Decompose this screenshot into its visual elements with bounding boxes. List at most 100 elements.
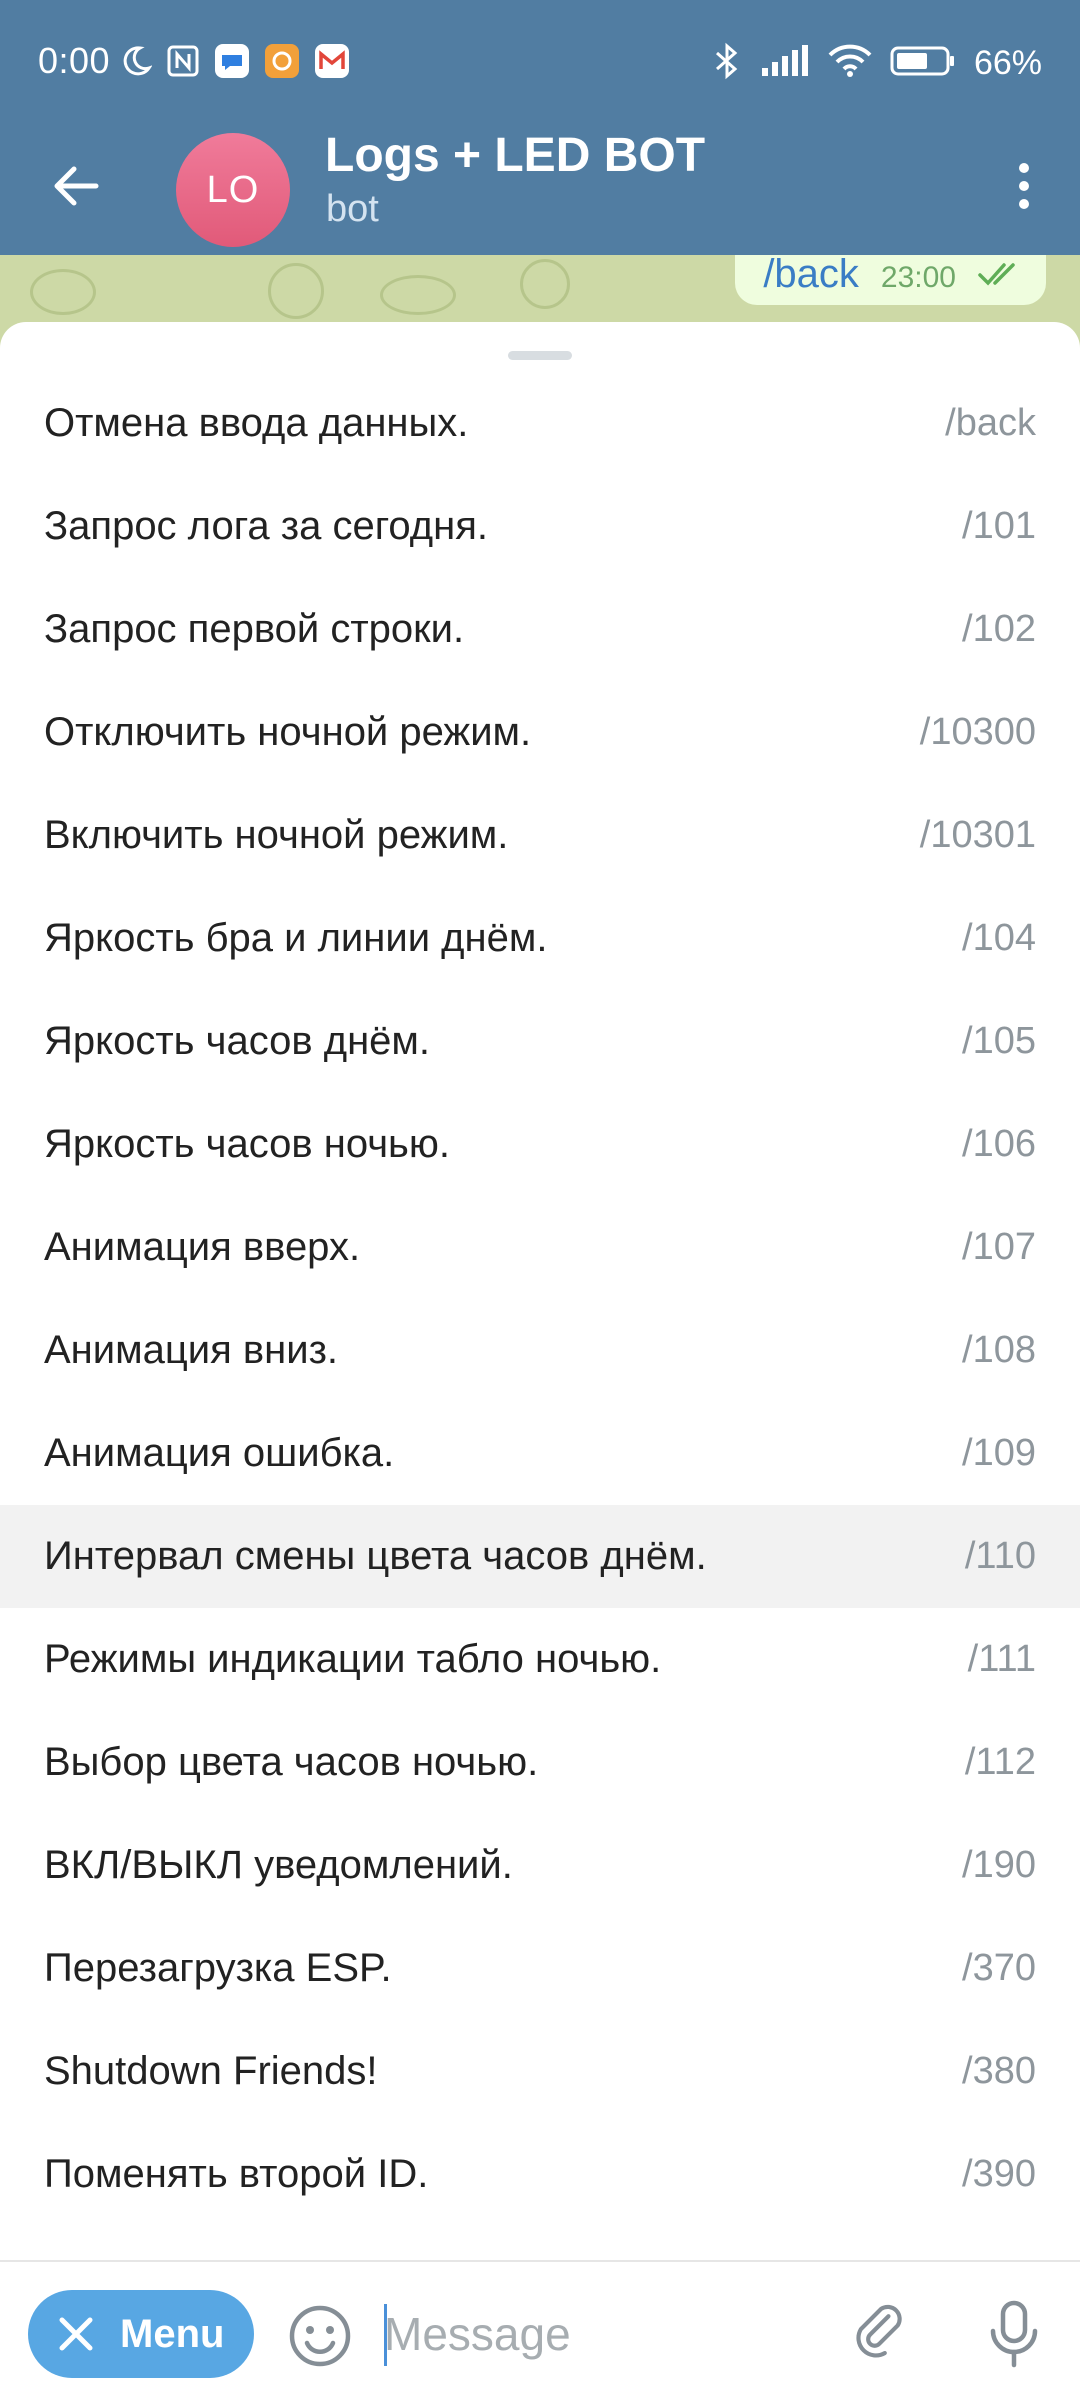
command-item[interactable]: Выбор цвета часов ночью. /112 (0, 1711, 1080, 1814)
emoji-icon (289, 2305, 351, 2367)
wifi-icon (828, 44, 872, 83)
moon-icon (118, 44, 153, 83)
command-item[interactable]: Яркость часов ночью. /106 (0, 1093, 1080, 1196)
app-notification-icon (264, 43, 300, 84)
command-item[interactable]: Поменять второй ID. /390 (0, 2123, 1080, 2226)
command-name: /105 (962, 1020, 1036, 1062)
command-description: Интервал смены цвета часов днём. (44, 1534, 707, 1578)
avatar[interactable]: LO (176, 133, 290, 247)
arrow-left-icon (54, 166, 99, 206)
message-time: 23:00 (880, 261, 956, 294)
message-bubble[interactable]: /back 23:00 (735, 255, 1046, 305)
more-vertical-icon (1019, 163, 1029, 209)
command-description: Shutdown Friends! (44, 2049, 378, 2093)
avatar-initials: LO (206, 168, 260, 211)
command-description: Отключить ночной режим. (44, 710, 532, 754)
wallpaper-doodle (380, 275, 456, 315)
gmail-icon (314, 43, 350, 84)
bluetooth-icon (712, 42, 742, 85)
voice-record-button[interactable] (978, 2294, 1050, 2374)
command-name: /370 (962, 1947, 1036, 1989)
command-item[interactable]: Отключить ночной режим. /10300 (0, 681, 1080, 784)
double-check-icon (978, 263, 1015, 286)
command-description: Запрос лога за сегодня. (44, 504, 489, 548)
command-name: /10300 (919, 711, 1036, 753)
command-name: /109 (962, 1432, 1036, 1474)
message-text: /back (763, 255, 859, 296)
command-description: Анимация вверх. (44, 1225, 361, 1269)
nfc-icon (166, 44, 200, 83)
command-name: /190 (962, 1844, 1036, 1886)
command-description: ВКЛ/ВЫКЛ уведомлений. (44, 1843, 513, 1887)
command-item[interactable]: Анимация ошибка. /109 (0, 1402, 1080, 1505)
command-description: Выбор цвета часов ночью. (44, 1740, 539, 1784)
command-name: /104 (962, 917, 1036, 959)
wallpaper-doodle (520, 259, 570, 309)
command-item[interactable]: Интервал смены цвета часов днём. /110 (0, 1505, 1080, 1608)
command-item[interactable]: Запрос лога за сегодня. /101 (0, 475, 1080, 578)
command-item[interactable]: Яркость бра и линии днём. /104 (0, 887, 1080, 990)
command-item[interactable]: Анимация вниз. /108 (0, 1299, 1080, 1402)
command-name: /106 (962, 1123, 1036, 1165)
command-item[interactable]: ВКЛ/ВЫКЛ уведомлений. /190 (0, 1814, 1080, 1917)
signal-icon (760, 44, 810, 83)
menu-button-label: Menu (120, 2311, 225, 2356)
more-options-button[interactable] (988, 150, 1060, 222)
wallpaper-doodle (30, 269, 96, 315)
command-item[interactable]: Яркость часов днём. /105 (0, 990, 1080, 1093)
sheet-drag-handle[interactable] (508, 351, 572, 360)
app-bar: 0:00 66% LO Logs + LED BOT bot (0, 0, 1080, 255)
close-icon (59, 2317, 93, 2351)
command-description: Анимация вниз. (44, 1328, 339, 1372)
command-name: /108 (962, 1329, 1036, 1371)
command-description: Анимация ошибка. (44, 1431, 395, 1475)
chat-subtitle: bot (326, 188, 379, 230)
text-caret (384, 2304, 387, 2366)
command-description: Режимы индикации табло ночью. (44, 1637, 662, 1681)
menu-button[interactable]: Menu (28, 2290, 254, 2378)
command-name: /107 (962, 1226, 1036, 1268)
command-description: Запрос первой строки. (44, 607, 465, 651)
chat-title[interactable]: Logs + LED BOT (325, 128, 705, 183)
command-description: Яркость часов ночью. (44, 1122, 450, 1166)
command-item[interactable]: Включить ночной режим. /10301 (0, 784, 1080, 887)
attach-button[interactable] (846, 2298, 918, 2370)
system-status: 66% (712, 42, 1042, 85)
emoji-button[interactable] (286, 2302, 354, 2370)
command-name: /back (945, 402, 1036, 444)
status-time: 0:00 (38, 40, 111, 81)
bot-commands-sheet: Отмена ввода данных. /back Запрос лога за … (0, 322, 1080, 2260)
command-name: /101 (962, 505, 1036, 547)
paperclip-icon (856, 2304, 902, 2358)
command-name: /102 (962, 608, 1036, 650)
command-name: /112 (964, 1741, 1036, 1783)
command-item[interactable]: Shutdown Friends! /380 (0, 2020, 1080, 2123)
message-input[interactable] (384, 2294, 804, 2374)
command-name: /380 (962, 2050, 1036, 2092)
command-name: /10301 (919, 814, 1036, 856)
notification-icons (118, 43, 350, 84)
command-item[interactable]: Анимация вверх. /107 (0, 1196, 1080, 1299)
command-item[interactable]: Отмена ввода данных. /back (0, 372, 1080, 475)
command-item[interactable]: Перезагрузка ESP. /370 (0, 1917, 1080, 2020)
messenger-icon (214, 43, 250, 84)
command-name: /111 (967, 1638, 1036, 1680)
status-bar: 0:00 66% (0, 0, 1080, 128)
command-name: /110 (964, 1535, 1036, 1577)
command-description: Яркость бра и линии днём. (44, 916, 548, 960)
command-description: Отмена ввода данных. (44, 401, 469, 445)
battery-percent: 66% (973, 44, 1042, 82)
command-name: /390 (962, 2153, 1036, 2195)
chat-header: LO Logs + LED BOT bot (0, 128, 1080, 255)
command-description: Яркость часов днём. (44, 1019, 431, 1063)
back-button[interactable] (40, 150, 112, 222)
command-item[interactable]: Режимы индикации табло ночью. /111 (0, 1608, 1080, 1711)
command-item[interactable]: Запрос первой строки. /102 (0, 578, 1080, 681)
command-list: Отмена ввода данных. /back Запрос лога за … (0, 372, 1080, 2226)
battery-icon (890, 45, 956, 82)
command-description: Поменять второй ID. (44, 2152, 429, 2196)
command-description: Включить ночной режим. (44, 813, 509, 857)
wallpaper-doodle (268, 263, 324, 319)
message-input-bar: Menu (0, 2262, 1080, 2400)
command-description: Перезагрузка ESP. (44, 1946, 392, 1990)
